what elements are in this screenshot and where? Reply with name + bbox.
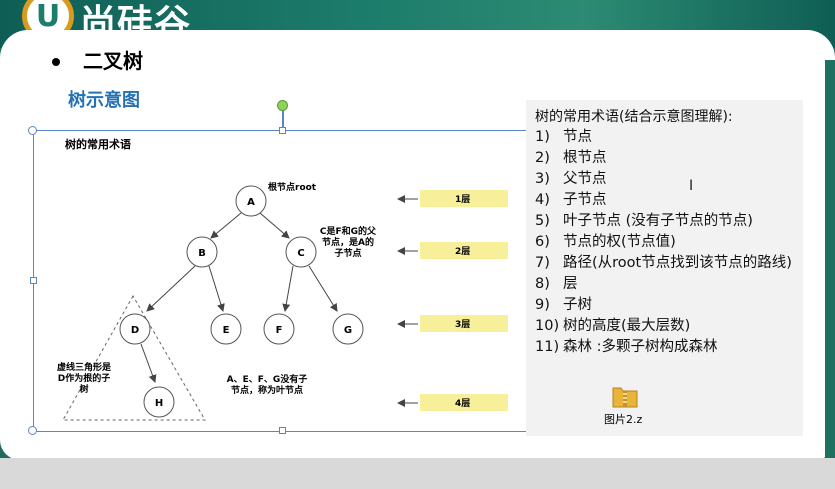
slide-subheading: 树示意图 [68,90,140,111]
list-item: 2) 根节点 [535,150,607,166]
terms-list: 1) 节点 2) 根节点 3) 父节点 4) 子节点 5) 叶子节点 (没有子节点的节点)… [535,127,795,358]
resize-handle-bottom[interactable] [279,427,286,434]
text-cursor-icon: I [689,178,694,194]
list-item: 4) 子节点 [535,192,607,208]
resize-handle-top[interactable] [279,127,286,134]
slide-edge-decoration [825,60,835,460]
slide-heading: 二叉树 [83,49,143,73]
folder-zip-icon[interactable] [612,384,638,408]
resize-handle-left[interactable] [30,277,37,284]
list-item: 6) 节点的权(节点值) [535,234,676,250]
list-item: 1) 节点 [535,129,592,145]
editor-bottom-area [0,458,835,489]
list-item: 8) 层 [535,276,578,292]
list-item: 3) 父节点 [535,171,607,187]
resize-handle-top-left[interactable] [28,126,37,135]
list-item: 11) 森林 :多颗子树构成森林 [535,339,718,355]
resize-handle-bottom-left[interactable] [28,426,37,435]
list-item: 9) 子树 [535,297,592,313]
bullet-dot [52,58,60,66]
attachment-label[interactable]: 图片2.z [604,411,642,427]
terms-title: 树的常用术语(结合示意图理解): [535,109,733,125]
selection-frame [33,130,533,432]
list-item: 7) 路径(从root节点找到该节点的路线) [535,255,792,271]
list-item: 5) 叶子节点 (没有子节点的节点) [535,213,753,229]
list-item: 10) 树的高度(最大层数) [535,318,691,334]
rotate-handle[interactable] [277,100,288,111]
